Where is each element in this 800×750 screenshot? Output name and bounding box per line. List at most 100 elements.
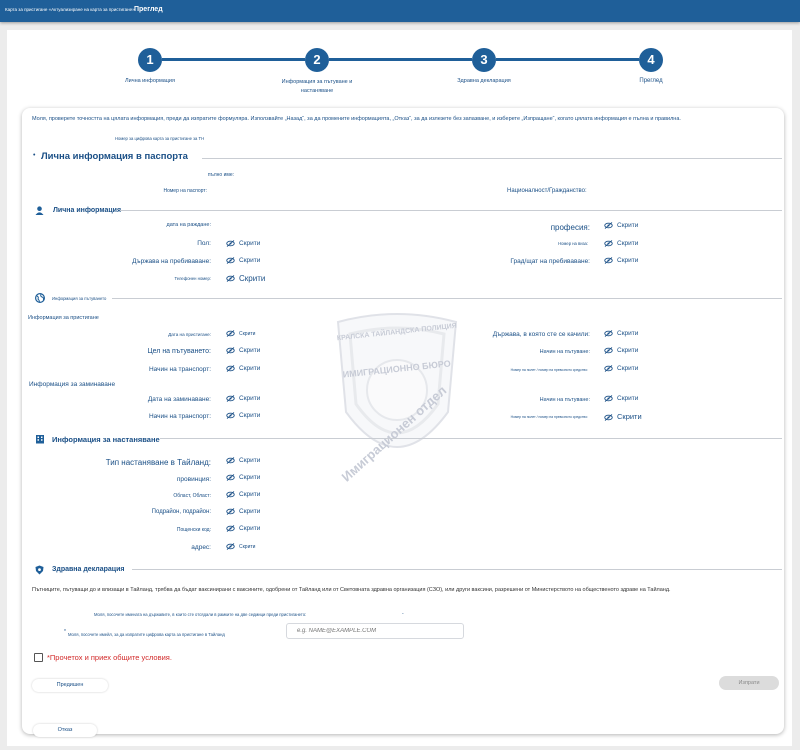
district-label: Област, Област: [173,493,211,499]
arrival-mode-value: Скрити [604,347,638,354]
person-icon [35,206,44,215]
step-1-label: Лична информация [125,78,175,84]
arrival-date-value: Скрити [226,330,255,337]
accommodation-type-label: Тип настаняване в Тайланд: [105,458,211,467]
immigration-watermark: КРАЛСКА ТАЙЛАНДСКА ПОЛИЦИЯ ИМИГРАЦИОННО … [336,313,457,485]
subdistrict-label: Подрайон, подрайон: [151,509,211,515]
address-label: адрес: [191,544,211,551]
arrival-subtitle: Информация за пристигане [28,315,99,321]
province-label: провинция: [176,476,211,483]
eye-off-icon [226,330,235,337]
terms-checkbox[interactable] [34,653,43,662]
accommodation-type-value: Скрити [226,457,260,464]
eye-off-icon [604,365,613,372]
departure-flight-number-value: Скрити [604,412,642,421]
eye-off-icon [226,275,235,283]
countries-visited-value: - [402,611,404,617]
page-title: Преглед [134,6,163,13]
personal-section-rule [120,210,782,211]
eye-off-icon [604,240,613,247]
submit-button[interactable]: Изпрати [719,676,779,690]
eye-off-icon [226,474,235,481]
passport-number-label: Номер на паспорт: [163,188,207,194]
cancel-button[interactable]: Отказ [33,724,97,737]
accommodation-section-rule [160,438,782,439]
eye-off-icon [604,347,613,354]
phone-value: Скрити [226,274,265,283]
eye-off-icon [604,413,613,421]
purpose-value: Скрити [226,347,260,354]
eye-off-icon [604,330,613,337]
stepper-line-1 [162,58,305,61]
required-asterisk: * [64,629,66,635]
arrival-transport-label: Начин на транспорт: [148,366,211,373]
back-button[interactable]: Предишен [32,679,108,692]
countries-visited-label: Моля, посочете имената на държавите, в к… [94,612,307,617]
flight-number-value: Скрити [604,365,638,372]
district-value: Скрити [226,491,260,498]
departure-transport-value: Скрити [226,412,260,419]
top-bar: Карта за пристигане «Актуализиране на ка… [0,0,800,22]
step-3-circle: 3 [472,48,496,72]
arrival-transport-value: Скрити [226,365,260,372]
dob-label: дата на раждане: [166,222,211,228]
shield-icon [35,565,44,575]
globe-icon [35,293,45,303]
departure-date-label: Дата на заминаване: [147,396,211,403]
occupation-value: Скрити [604,222,638,229]
gender-label: Пол: [197,240,211,247]
health-section-title: Здравна декларация [52,566,125,573]
eye-off-icon [226,543,235,550]
breadcrumb[interactable]: Карта за пристигане «Актуализиране на ка… [5,7,135,12]
departure-mode-value: Скрити [604,395,638,402]
subdistrict-value: Скрити [226,508,260,515]
eye-off-icon [226,491,235,498]
eye-off-icon [226,365,235,372]
full-name-label: пълно име: [207,172,234,178]
eye-off-icon [226,347,235,354]
province-value: Скрити [226,474,260,481]
eye-off-icon [226,457,235,464]
gender-value: Скрити [226,240,260,247]
occupation-label: професия: [550,223,590,232]
email-label: Моля, посочете имейл, за да изпратите ци… [68,632,225,637]
step-1-circle: 1 [138,48,162,72]
flight-number-label: Номер на полет / номер на превозното сре… [510,368,588,372]
review-card: КРАЛСКА ТАЙЛАНДСКА ПОЛИЦИЯ ИМИГРАЦИОННО … [22,108,784,734]
arrival-date-label: Дата на пристигане: [168,332,211,337]
eye-off-icon [226,257,235,264]
email-input[interactable] [286,623,464,639]
phone-label: Телефонен номер: [174,276,211,281]
step-2-label: Информация за пътуване и настаняване [281,79,353,94]
travel-section-rule [112,298,782,299]
departure-transport-label: Начин на транспорт: [148,413,211,420]
step-4-label: Преглед [639,78,663,84]
visa-number-label: Номер на виза: [558,241,588,246]
stepper-line-2 [329,58,472,61]
health-info-text: Пътниците, пътуващи до и влизащи в Тайла… [32,587,671,593]
eye-off-icon [604,395,613,402]
eye-off-icon [604,222,613,229]
residence-city-value: Скрити [604,257,638,264]
travel-section-title: Информация за пътуването [52,296,107,301]
residence-country-label: Държава на пребиваване: [132,258,211,265]
arrival-mode-label: Начин на пътуване: [539,349,590,355]
terms-label[interactable]: *Прочетох и приех общите условия. [47,653,172,662]
accommodation-section-title: Информация за настаняване [52,435,160,444]
postcode-value: Скрити [226,525,260,532]
eye-off-icon [226,525,235,532]
boarded-country-value: Скрити [604,330,638,337]
passport-section-title: Лична информация в паспорта [41,151,188,162]
passport-section-rule [202,158,782,159]
building-icon [36,435,44,444]
eye-off-icon [226,240,235,247]
intro-text: Моля, проверете точността на цялата инфо… [32,116,681,122]
eye-off-icon [604,257,613,264]
step-4-circle: 4 [639,48,663,72]
eye-off-icon [226,412,235,419]
personal-section-title: Лична информация [53,207,122,214]
stepper-line-3 [496,58,639,61]
eye-off-icon [226,395,235,402]
residence-country-value: Скрити [226,257,260,264]
step-3-label: Здравна декларация [457,78,511,84]
